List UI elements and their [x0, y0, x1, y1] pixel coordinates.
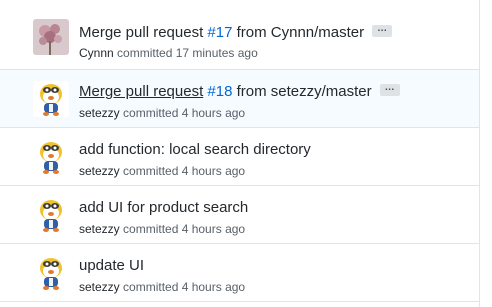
commit-author-link[interactable]: setezzy	[79, 106, 120, 120]
commit-title: add UI for product search	[79, 199, 248, 217]
pull-request-link[interactable]: #18	[207, 83, 232, 100]
commit-title: Merge pull request #17 from Cynnn/master…	[79, 24, 393, 42]
commit-message-link[interactable]: update UI	[79, 257, 144, 274]
commit-message-suffix: from Cynnn/master	[232, 24, 365, 41]
commit-meta: setezzy committed 4 hours ago	[79, 164, 245, 178]
expand-message-button[interactable]: …	[379, 83, 400, 97]
commit-meta: setezzy committed 4 hours ago	[79, 106, 245, 120]
commit-message-link[interactable]: Merge pull request	[79, 24, 207, 41]
commit-row: add function: local search directory set…	[0, 128, 479, 186]
avatar[interactable]	[33, 197, 69, 233]
commit-meta: setezzy committed 4 hours ago	[79, 222, 245, 236]
commit-author-link[interactable]: setezzy	[79, 280, 120, 294]
penguin-avatar-icon	[33, 139, 69, 175]
penguin-avatar-icon	[33, 197, 69, 233]
commit-time: 4 hours ago	[181, 280, 246, 294]
commit-message-suffix: from setezzy/master	[232, 83, 372, 100]
commit-message-link[interactable]: add UI for product search	[79, 199, 248, 216]
expand-message-button[interactable]: …	[372, 24, 393, 38]
commit-time: 4 hours ago	[181, 106, 246, 120]
pull-request-link[interactable]: #17	[207, 24, 232, 41]
commit-action: committed	[119, 222, 182, 236]
flower-photo-icon	[33, 19, 69, 55]
commit-author-link[interactable]: setezzy	[79, 222, 120, 236]
penguin-avatar-icon	[33, 81, 69, 117]
commit-list: Merge pull request #17 from Cynnn/master…	[0, 0, 480, 307]
commit-time: 17 minutes ago	[175, 46, 258, 60]
commit-time: 4 hours ago	[181, 222, 246, 236]
avatar[interactable]	[33, 255, 69, 291]
avatar[interactable]	[33, 81, 69, 117]
penguin-avatar-icon	[33, 255, 69, 291]
commit-time: 4 hours ago	[181, 164, 246, 178]
commit-meta: setezzy committed 4 hours ago	[79, 280, 245, 294]
commit-action: committed	[113, 46, 176, 60]
avatar[interactable]	[33, 19, 69, 55]
commit-message-link[interactable]: add function: local search directory	[79, 141, 311, 158]
commit-action: committed	[119, 164, 182, 178]
commit-author-link[interactable]: setezzy	[79, 164, 120, 178]
commit-row: add UI for product search setezzy commit…	[0, 186, 479, 244]
commit-row: Merge pull request #18 from setezzy/mast…	[0, 70, 479, 128]
commit-author-link[interactable]: Cynnn	[79, 46, 114, 60]
commit-meta: Cynnn committed 17 minutes ago	[79, 46, 258, 60]
commit-row: update UI setezzy committed 4 hours ago	[0, 244, 479, 302]
commit-title: add function: local search directory	[79, 141, 311, 159]
commit-message-link[interactable]: Merge pull request	[79, 83, 203, 100]
commit-action: committed	[119, 106, 182, 120]
commit-row: Merge pull request #17 from Cynnn/master…	[0, 0, 479, 70]
avatar[interactable]	[33, 139, 69, 175]
commit-title: update UI	[79, 257, 144, 275]
commit-title: Merge pull request #18 from setezzy/mast…	[79, 83, 400, 101]
commit-action: committed	[119, 280, 182, 294]
